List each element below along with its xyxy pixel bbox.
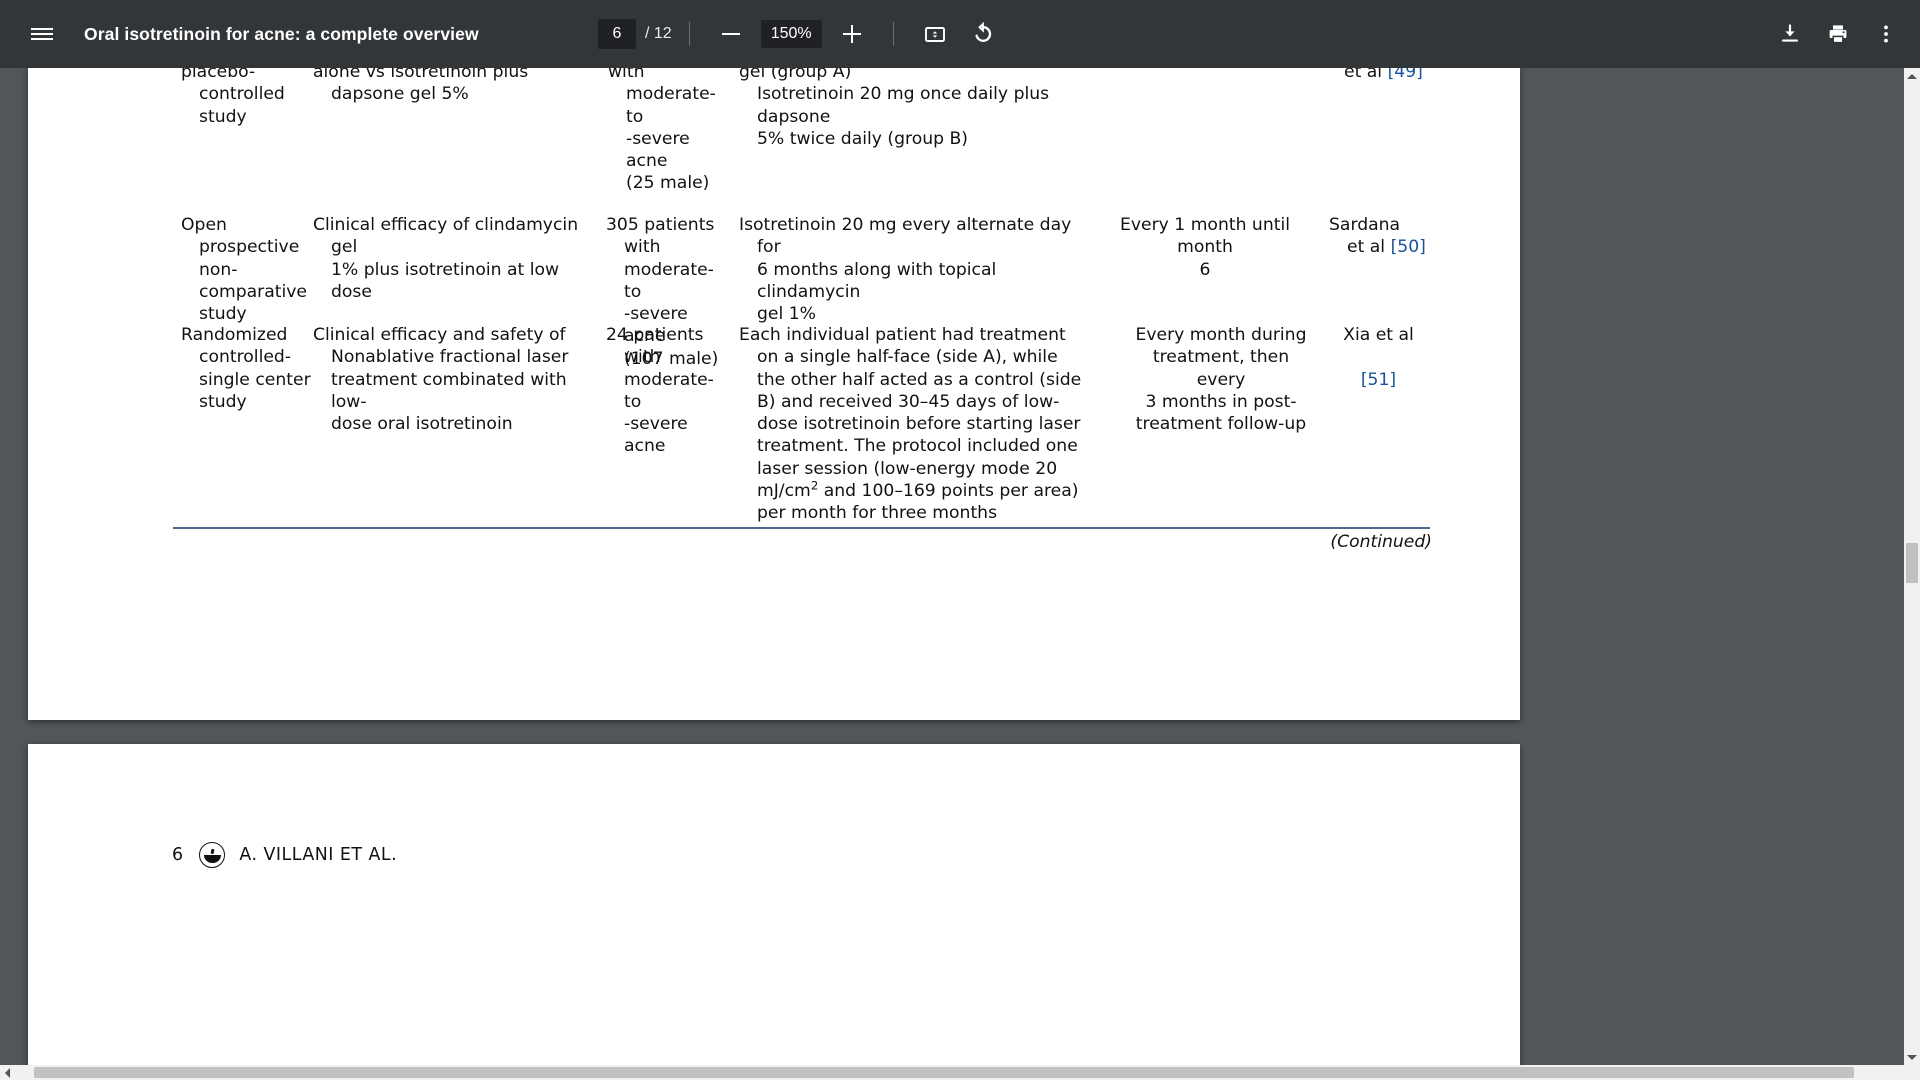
zoom-in-button[interactable] [828, 10, 876, 58]
print-button[interactable] [1814, 10, 1862, 58]
horizontal-scrollbar-thumb[interactable] [34, 1067, 1854, 1078]
continued-note: (Continued) [1330, 532, 1432, 552]
scroll-down-button[interactable] [1904, 1049, 1920, 1065]
page-6-content: placebo-controlled study alone vs isotret… [28, 68, 1520, 720]
table-cell-reference: et al [49] [1344, 68, 1444, 83]
fit-to-page-button[interactable] [911, 10, 959, 58]
vertical-scrollbar-thumb[interactable] [1906, 543, 1918, 583]
toolbar-divider [688, 22, 690, 46]
toolbar-right-actions [1766, 10, 1910, 58]
document-title: Oral isotretinoin for acne: a complete o… [84, 23, 479, 44]
reference-author: Sardana et al [1329, 215, 1401, 258]
plus-icon [842, 25, 861, 43]
table-cell-patients: 24 patients with moderate-to -severe acne [606, 325, 714, 457]
download-icon [1781, 24, 1799, 42]
hamburger-bar [31, 38, 53, 40]
table-cell-treatment: gel (group A) Isotretinoin 20 mg once dai… [739, 68, 1050, 149]
footer-page-number: 6 [172, 845, 184, 865]
table-cell-patients: with moderate-to -severe acne (25 male) [608, 68, 716, 194]
pdf-page-6: placebo-controlled study alone vs isotret… [28, 68, 1520, 720]
triangle-left-icon [5, 1067, 10, 1078]
table-cell-followup: Every 1 month until month 6 [1119, 215, 1291, 280]
fit-to-page-icon [924, 27, 945, 42]
table-cell-aim: Clinical efficacy and safety of Nonablati… [313, 325, 569, 435]
footer-authors: A. VILLANI ET AL. [239, 845, 398, 865]
pdf-viewer[interactable]: placebo-controlled study alone vs isotret… [0, 68, 1904, 1065]
more-options-button[interactable] [1862, 10, 1910, 58]
more-vertical-icon [1884, 25, 1888, 43]
scroll-up-button[interactable] [1904, 68, 1920, 84]
scroll-left-button[interactable] [0, 1065, 15, 1080]
pdf-toolbar: Oral isotretinoin for acne: a complete o… [0, 0, 1920, 68]
hamburger-bar [31, 28, 53, 30]
reference-link[interactable]: [51] [1361, 370, 1396, 390]
page-zoom-controls: / 12 150% [598, 10, 1007, 58]
rotate-counterclockwise-icon [975, 22, 991, 42]
zoom-out-button[interactable] [707, 10, 755, 58]
table-cell-treatment: Each individual patient had treatment on… [739, 325, 1082, 524]
table-cell-design: Randomized controlled-single center study [181, 325, 311, 412]
page-running-footer: 6 A. VILLANI ET AL. [172, 842, 397, 868]
hamburger-menu-icon[interactable] [18, 10, 66, 58]
rotate-button[interactable] [959, 10, 1007, 58]
toolbar-divider [892, 22, 894, 46]
page-7-content: 6 A. VILLANI ET AL. [28, 744, 1520, 1065]
table-cell-aim: Clinical efficacy of clindamycin gel 1% p… [313, 215, 579, 302]
page-total-label: / 12 [645, 25, 672, 42]
triangle-down-icon [1907, 1054, 1917, 1060]
hamburger-bar [31, 33, 53, 35]
journal-logo-icon [199, 842, 226, 868]
minus-icon [721, 33, 740, 35]
table-cell-design: placebo-controlled study [181, 68, 285, 127]
table-cell-treatment: Isotretinoin 20 mg every alternate day f… [739, 215, 1072, 325]
page-number-input[interactable] [598, 19, 636, 49]
table-cell-followup: Every month during treatment, then every 3… [1135, 325, 1307, 435]
horizontal-scrollbar[interactable] [0, 1065, 1920, 1080]
table-bottom-rule [173, 527, 1430, 529]
triangle-up-icon [1907, 73, 1917, 79]
download-button[interactable] [1766, 10, 1814, 58]
table-cell-aim: alone vs isotretinoin plus dapsone gel 5% [313, 68, 529, 105]
table-cell-design: Open prospective non-comparative study [181, 215, 308, 325]
reference-author: Xia et al [1343, 325, 1414, 345]
table-cell-reference: Sardana et al [50] [1329, 214, 1434, 259]
vertical-scrollbar[interactable] [1904, 68, 1920, 1065]
pdf-page-7: 6 A. VILLANI ET AL. [28, 744, 1520, 1065]
reference-author: et al [1344, 68, 1388, 82]
zoom-level-value[interactable]: 150% [760, 20, 822, 48]
scrollbar-corner [1904, 1065, 1920, 1080]
table-cell-reference: Xia et al [51] [1326, 324, 1431, 391]
reference-link[interactable]: [49] [1388, 68, 1423, 82]
reference-link[interactable]: [50] [1391, 237, 1426, 257]
print-icon [1829, 25, 1847, 44]
